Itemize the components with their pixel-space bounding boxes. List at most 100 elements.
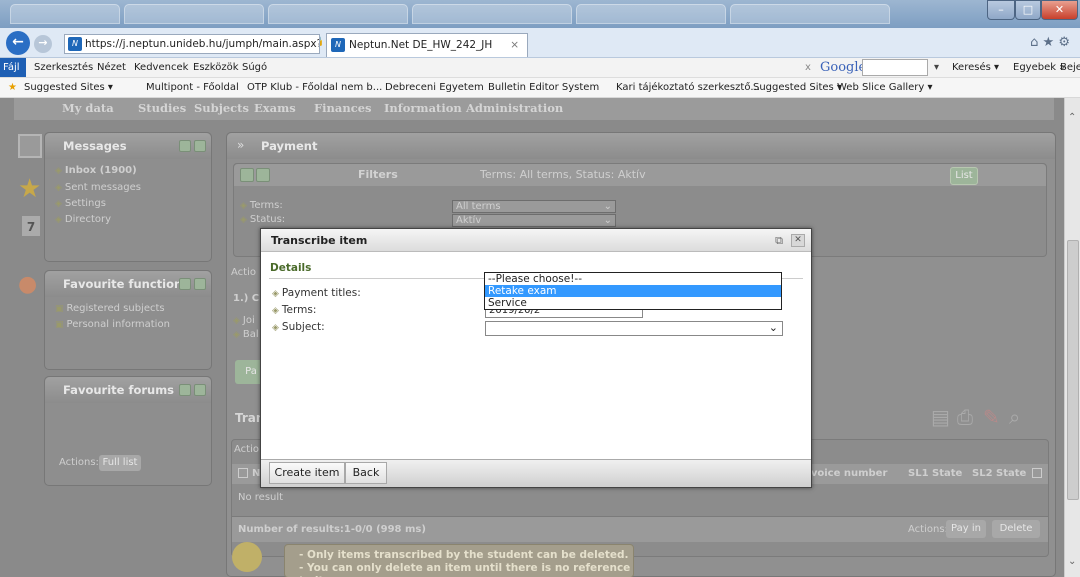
- egyebek-button[interactable]: Egyebek »: [1013, 58, 1065, 77]
- delete-button[interactable]: Delete: [992, 520, 1040, 538]
- home-icon[interactable]: [18, 134, 42, 158]
- fav-suggested-sites[interactable]: Suggested Sites ▾: [24, 78, 113, 97]
- fav-suggested-sites-2[interactable]: Suggested Sites ▾: [753, 78, 842, 97]
- column-invoice-number[interactable]: Invoice number: [800, 468, 887, 479]
- fav-web-slice[interactable]: Web Slice Gallery ▾: [837, 78, 933, 97]
- column-sl2-state[interactable]: SL2 State: [972, 468, 1026, 479]
- subject-select[interactable]: ⌄: [485, 321, 783, 336]
- popout-icon[interactable]: ⧉: [775, 229, 783, 252]
- fav-multipont[interactable]: Multipont - Főoldal: [146, 78, 239, 97]
- menu-tools[interactable]: Eszközök: [193, 58, 239, 77]
- terms-filter-text: Terms:: [249, 200, 283, 211]
- terms-filter-select[interactable]: All terms ⌄: [452, 200, 616, 213]
- fav-bulletin[interactable]: Bulletin Editor System: [488, 78, 599, 97]
- nav-information[interactable]: Information: [384, 101, 462, 115]
- panel-settings-icon[interactable]: [179, 278, 191, 290]
- nav-my-data[interactable]: My data: [62, 101, 114, 115]
- terms-label: ◈ Terms:: [272, 304, 317, 316]
- column-checkbox[interactable]: [1032, 468, 1042, 478]
- row-label-2-text: Bal: [242, 329, 259, 340]
- status-filter-select[interactable]: Aktív ⌄: [452, 214, 616, 227]
- calendar-day: 7: [26, 220, 36, 234]
- fav-kari[interactable]: Kari tájékoztató szerkesztő...: [616, 78, 760, 97]
- browser-tab[interactable]: [730, 4, 890, 24]
- column-sl1-state[interactable]: SL1 State: [908, 468, 962, 479]
- magnifier-icon[interactable]: ⌕: [1009, 405, 1020, 429]
- option-please-choose[interactable]: --Please choose!--: [485, 273, 781, 285]
- back-arrow-icon[interactable]: ←: [6, 31, 30, 55]
- pin-icon[interactable]: ✎: [983, 405, 1000, 429]
- payment-titles-dropdown[interactable]: --Please choose!-- Retake exam Service: [484, 272, 782, 310]
- row-label-1-text: Joi: [242, 315, 255, 326]
- registered-subjects-link[interactable]: ▣ Registered subjects: [55, 303, 165, 314]
- top-navigation: My data Studies Subjects Exams Finances …: [14, 98, 1054, 120]
- scroll-up-icon[interactable]: ⌃: [1068, 112, 1076, 123]
- scroll-thumb[interactable]: [1067, 240, 1079, 500]
- keresés-button[interactable]: Keresés ▾: [952, 58, 999, 77]
- search-dropdown-icon[interactable]: ▾: [934, 58, 939, 77]
- nav-subjects[interactable]: Subjects: [194, 101, 249, 115]
- scroll-down-icon[interactable]: ⌄: [1068, 556, 1076, 567]
- option-retake-exam[interactable]: Retake exam: [485, 285, 781, 297]
- select-all-checkbox[interactable]: [238, 468, 248, 478]
- menu-edit[interactable]: Szerkesztés: [34, 58, 93, 77]
- create-item-button[interactable]: Create item: [269, 462, 345, 484]
- full-list-button[interactable]: Full list: [99, 455, 141, 471]
- browser-tab[interactable]: [268, 4, 408, 24]
- search-clear-icon[interactable]: x: [805, 58, 811, 77]
- inbox-link[interactable]: ◈ Inbox (1900): [55, 165, 137, 176]
- address-bar[interactable]: N https://j.neptun.unideb.hu/jumph/main.…: [64, 34, 320, 54]
- registered-subjects-label: Registered subjects: [66, 303, 165, 314]
- menu-view[interactable]: Nézet: [97, 58, 126, 77]
- maximize-button[interactable]: □: [1015, 0, 1041, 20]
- back-button[interactable]: Back: [345, 462, 387, 484]
- panel-close-icon[interactable]: [194, 384, 206, 396]
- chat-icon[interactable]: ●: [18, 272, 37, 297]
- directory-link[interactable]: ◈ Directory: [55, 214, 111, 225]
- menu-favorites[interactable]: Kedvencek: [134, 58, 188, 77]
- expand-icon[interactable]: [240, 168, 254, 182]
- payment-title: Payment: [261, 139, 318, 153]
- page-scrollbar[interactable]: ⌃ ⌄: [1064, 98, 1080, 577]
- home-star-gear-icons[interactable]: ⌂ ★ ⚙: [1030, 35, 1070, 50]
- print-icon[interactable]: ⎙: [957, 405, 973, 429]
- menu-file[interactable]: Fájl: [0, 58, 26, 77]
- option-service[interactable]: Service: [485, 297, 781, 309]
- google-search-input[interactable]: [862, 59, 928, 76]
- chevron-right-icon: »: [237, 138, 245, 152]
- bejelentkezes-button[interactable]: Bejelentk: [1060, 58, 1080, 77]
- collapse-icon[interactable]: [256, 168, 270, 182]
- panel-settings-icon[interactable]: [179, 384, 191, 396]
- menu-help[interactable]: Súgó: [242, 58, 267, 77]
- active-tab[interactable]: N Neptun.Net DE_HW_242_JH ×: [326, 33, 528, 57]
- nav-exams[interactable]: Exams: [254, 101, 296, 115]
- nav-administration[interactable]: Administration: [466, 101, 563, 115]
- excel-export-icon[interactable]: ▤: [931, 405, 950, 429]
- browser-tab[interactable]: [124, 4, 264, 24]
- close-icon[interactable]: ✕: [791, 234, 805, 247]
- subject-text: Subject:: [281, 321, 325, 333]
- nav-studies[interactable]: Studies: [138, 101, 186, 115]
- panel-settings-icon[interactable]: [179, 140, 191, 152]
- browser-tab[interactable]: [412, 4, 572, 24]
- tab-close-icon[interactable]: ×: [510, 34, 519, 56]
- favorites-star-icon[interactable]: ★: [8, 78, 17, 97]
- browser-tab[interactable]: [10, 4, 120, 24]
- panel-close-icon[interactable]: [194, 140, 206, 152]
- forward-arrow-icon[interactable]: →: [34, 35, 52, 53]
- personal-information-link[interactable]: ▣ Personal information: [55, 319, 170, 330]
- browser-tab[interactable]: [576, 4, 726, 24]
- star-icon[interactable]: ★: [18, 174, 41, 204]
- settings-link[interactable]: ◈ Settings: [55, 198, 106, 209]
- fav-debreceni[interactable]: Debreceni Egyetem: [385, 78, 484, 97]
- list-button[interactable]: List: [950, 167, 978, 185]
- favourite-functions-panel: Favourite functions ▣ Registered subjects…: [44, 270, 212, 370]
- nav-finances[interactable]: Finances: [314, 101, 372, 115]
- fav-otp[interactable]: OTP Klub - Főoldal nem b...: [247, 78, 382, 97]
- panel-close-icon[interactable]: [194, 278, 206, 290]
- pay-in-button[interactable]: Pay in: [946, 520, 986, 538]
- sent-messages-link[interactable]: ◈ Sent messages: [55, 182, 141, 193]
- close-window-button[interactable]: ✕: [1041, 0, 1078, 20]
- calendar-icon[interactable]: 7: [22, 216, 40, 236]
- minimize-button[interactable]: –: [987, 0, 1015, 20]
